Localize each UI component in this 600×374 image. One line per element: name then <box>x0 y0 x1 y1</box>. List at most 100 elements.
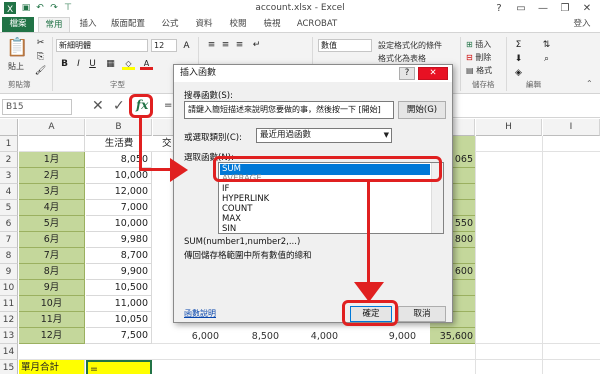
month-cell[interactable]: 11月 <box>19 312 85 328</box>
column-header[interactable]: H <box>476 119 542 136</box>
chevron-down-icon[interactable]: ▼ <box>384 129 389 142</box>
row-header[interactable]: 11 <box>0 296 18 312</box>
row-header[interactable]: 15 <box>0 360 18 374</box>
month-cell[interactable]: 7月 <box>19 248 85 264</box>
enter-icon[interactable]: ✓ <box>113 98 125 114</box>
living-cost-cell[interactable]: 8,700 <box>86 248 152 264</box>
underline-icon[interactable]: U <box>86 58 99 70</box>
search-input[interactable]: 請鍵入簡短描述來說明您要做的事，然後按一下 [開始] <box>184 101 394 119</box>
row-header[interactable]: 3 <box>0 168 18 184</box>
sign-in-link[interactable]: 登入 <box>568 17 596 32</box>
living-cost-cell[interactable]: 8,050 <box>86 152 152 168</box>
function-item[interactable]: HYPERLINK <box>220 194 430 205</box>
cancel-button[interactable]: 取消 <box>398 306 446 322</box>
month-cell[interactable]: 3月 <box>19 184 85 200</box>
living-cost-cell[interactable]: 7,500 <box>86 328 152 344</box>
formula-input[interactable]: = <box>164 100 172 111</box>
italic-icon[interactable]: I <box>72 58 85 70</box>
row-header[interactable]: 10 <box>0 280 18 296</box>
grow-font-icon[interactable]: A <box>180 40 193 52</box>
customize-icon[interactable]: ⊤ <box>62 2 74 14</box>
column-header[interactable]: I <box>543 119 600 136</box>
copy-icon[interactable]: ⎘ <box>34 51 47 63</box>
cell-e13[interactable]: 4,000 <box>302 328 338 344</box>
living-cost-cell[interactable]: 11,000 <box>86 296 152 312</box>
bold-icon[interactable]: B <box>58 58 71 70</box>
borders-icon[interactable]: ▦ <box>104 58 117 70</box>
minimize-icon[interactable]: — <box>532 0 554 17</box>
conditional-format-button[interactable]: 設定格式化的條件 <box>378 40 442 51</box>
format-painter-icon[interactable]: 🖌 <box>34 65 47 77</box>
month-cell[interactable]: 10月 <box>19 296 85 312</box>
cell-f13[interactable]: 9,000 <box>380 328 416 344</box>
align-bottom-icon[interactable]: ≡ <box>233 39 246 51</box>
tab-review[interactable]: 校閱 <box>224 17 252 32</box>
font-color-icon[interactable]: A <box>140 60 153 70</box>
living-cost-cell[interactable]: 10,000 <box>86 216 152 232</box>
help-link[interactable]: 函數說明 <box>184 308 216 319</box>
month-cell[interactable]: 12月 <box>19 328 85 344</box>
row-header[interactable]: 8 <box>0 248 18 264</box>
paste-button[interactable]: 貼上 <box>8 61 24 72</box>
save-icon[interactable]: ▣ <box>20 2 32 14</box>
dialog-close-button[interactable]: ✕ <box>418 67 448 80</box>
tab-page-layout[interactable]: 版面配置 <box>106 17 150 32</box>
total-cell[interactable]: 35,600 <box>430 328 475 344</box>
help-icon[interactable]: ? <box>488 0 510 17</box>
cell-d13[interactable]: 8,500 <box>243 328 279 344</box>
format-cells-button[interactable]: ▤ 格式 <box>466 65 492 76</box>
month-cell[interactable]: 1月 <box>19 152 85 168</box>
month-cell[interactable]: 6月 <box>19 232 85 248</box>
cell-c13[interactable]: 6,000 <box>183 328 219 344</box>
column-header[interactable]: A <box>19 119 85 136</box>
cell-b1[interactable]: 生活費 <box>86 136 152 152</box>
tab-data[interactable]: 資料 <box>190 17 218 32</box>
cell-a1[interactable] <box>19 136 85 152</box>
tab-acrobat[interactable]: ACROBAT <box>292 17 342 32</box>
align-middle-icon[interactable]: ≡ <box>219 39 232 51</box>
cancel-icon[interactable]: ✕ <box>92 98 104 114</box>
wrap-text-icon[interactable]: ↵ <box>250 39 263 51</box>
monthly-total-label[interactable]: 單月合計 <box>19 360 85 374</box>
sort-filter-icon[interactable]: ⇅ <box>540 39 553 51</box>
row-header[interactable]: 7 <box>0 232 18 248</box>
row-header[interactable]: 14 <box>0 344 18 360</box>
tab-formulas[interactable]: 公式 <box>156 17 184 32</box>
fill-icon[interactable]: ⬇ <box>512 53 525 65</box>
insert-cells-button[interactable]: ⊞ 插入 <box>466 39 491 50</box>
autosum-icon[interactable]: Σ <box>512 39 525 51</box>
tab-file[interactable]: 檔案 <box>2 17 34 32</box>
font-size-select[interactable]: 12 <box>151 39 177 52</box>
undo-icon[interactable]: ↶ <box>34 2 46 14</box>
month-cell[interactable]: 5月 <box>19 216 85 232</box>
row-header[interactable]: 4 <box>0 184 18 200</box>
column-header[interactable]: B <box>86 119 152 136</box>
function-item[interactable]: MAX <box>220 214 430 225</box>
living-cost-cell[interactable]: 9,980 <box>86 232 152 248</box>
row-header[interactable]: 6 <box>0 216 18 232</box>
tab-view[interactable]: 檢視 <box>258 17 286 32</box>
living-cost-cell[interactable]: 10,500 <box>86 280 152 296</box>
month-cell[interactable]: 8月 <box>19 264 85 280</box>
row-header[interactable]: 1 <box>0 136 18 152</box>
category-select[interactable]: 最近用過函數 ▼ <box>256 128 392 143</box>
function-item[interactable]: SIN <box>220 224 430 233</box>
name-box[interactable]: B15 <box>2 99 72 115</box>
month-cell[interactable]: 9月 <box>19 280 85 296</box>
row-header[interactable]: 12 <box>0 312 18 328</box>
month-cell[interactable]: 2月 <box>19 168 85 184</box>
month-cell[interactable]: 4月 <box>19 200 85 216</box>
redo-icon[interactable]: ↷ <box>48 2 60 14</box>
tab-home[interactable]: 常用 <box>38 17 70 32</box>
find-select-icon[interactable]: ⌕ <box>540 53 553 65</box>
align-top-icon[interactable]: ≡ <box>205 39 218 51</box>
ribbon-display-icon[interactable]: ▭ <box>510 0 532 17</box>
number-format-select[interactable]: 數值 <box>318 39 372 52</box>
cut-icon[interactable]: ✂ <box>34 37 47 49</box>
dialog-help-button[interactable]: ? <box>399 67 415 80</box>
select-all-corner[interactable] <box>0 119 18 136</box>
living-cost-cell[interactable]: 10,050 <box>86 312 152 328</box>
format-as-table-button[interactable]: 格式化為表格 <box>378 53 426 64</box>
collapse-ribbon-icon[interactable]: ⌃ <box>586 79 593 88</box>
go-button[interactable]: 開始(G) <box>398 101 446 119</box>
